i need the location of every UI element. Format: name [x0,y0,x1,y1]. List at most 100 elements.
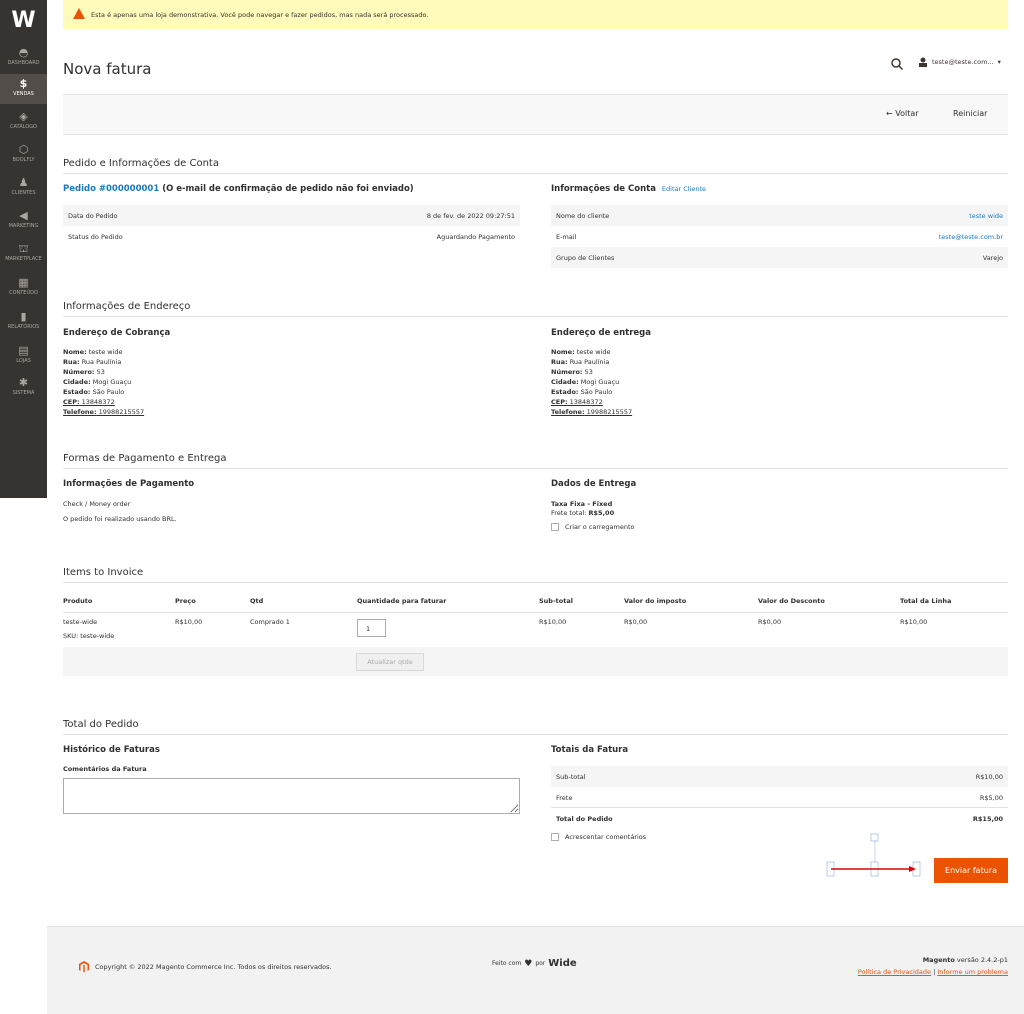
user-menu[interactable]: teste@teste.com... ▾ [918,57,1001,67]
product-sku: SKU: teste-wide [63,632,115,640]
add-comments-checkbox[interactable] [551,833,559,841]
gear-icon: ✱ [18,376,29,389]
billing-title: Endereço de Cobrança [63,328,171,338]
qty-to-invoice-input[interactable]: 1 [357,619,386,637]
invoice-totals-title: Totais da Fatura [551,745,629,755]
dollar-icon: $ [19,77,28,90]
warning-icon [73,8,85,19]
nav-clientes[interactable]: ♟ CLIENTES [0,174,47,201]
wide-brand-logo[interactable]: Wide [548,958,576,969]
made-with: Feito com ♥ por Wide [492,958,577,969]
bar-chart-icon: ▮ [20,310,27,323]
customer-name-link[interactable]: teste wide [969,212,1003,220]
billing-address: Nome: teste wide Rua: Rua Paulínia Númer… [63,348,145,416]
footer-right: Magento versão 2.4.2-p1 Política de Priv… [857,956,1008,976]
shipping-address: Nome: teste wide Rua: Rua Paulínia Númer… [551,348,633,416]
row-label: Grupo de Clientes [556,253,615,262]
account-heading: Informações de Conta Editar Cliente [551,184,706,194]
nav-label: LOJAS [16,358,31,364]
nav-boolfly[interactable]: ⬡ BOOLFLY [0,141,47,168]
customer-email-link[interactable]: teste@teste.com.br [939,233,1003,241]
page-actions: ← Voltar Reiniciar [63,94,1008,135]
divider [63,173,1008,174]
row-value: Varejo [982,253,1003,262]
row-value: R$5,00 [979,793,1003,802]
section-totals-title: Total do Pedido [63,719,139,730]
nav-conteudo[interactable]: ▦ CONTEÚDO [0,274,47,301]
order-link[interactable]: Pedido #000000001 [63,184,159,194]
store-icon: ▤ [18,344,29,357]
annotation-arrow-icon [826,833,921,877]
row-discount: R$0,00 [758,618,782,626]
user-email: teste@teste.com... [932,58,994,66]
wide-logo[interactable]: W [0,0,47,40]
storefront-icon: ⛫ [18,242,29,255]
divider [63,734,1008,735]
nav-marketplace[interactable]: ⛫ MARKETPLACE [0,240,47,267]
product-qty: Comprado 1 [250,618,290,626]
submit-invoice-button[interactable]: Enviar fatura [934,858,1008,883]
section-order-title: Pedido e Informações de Conta [63,158,219,169]
col-header: Total da Linha [900,597,952,605]
heart-icon: ♥ [524,958,533,969]
row-value: R$10,00 [975,772,1003,781]
nav-relatorios[interactable]: ▮ RELATÓRIOS [0,308,47,335]
nav-dashboard[interactable]: ◓ DASHBOARD [0,44,47,71]
customer-group-row: Grupo de Clientes Varejo [551,247,1008,268]
search-icon[interactable] [890,57,904,71]
back-button[interactable]: ← Voltar [886,109,919,118]
row-label: Nome do cliente [556,211,610,220]
row-label: Sub-total [556,772,586,781]
reset-button[interactable]: Reiniciar [953,109,987,118]
row-subtotal: R$10,00 [539,618,567,626]
divider [63,468,1008,469]
nav-label: SISTEMA [12,390,35,396]
col-header: Valor do Desconto [758,597,825,605]
privacy-policy-link[interactable]: Política de Privacidade [858,968,931,976]
row-label: Total do Pedido [556,814,613,823]
admin-sidebar: W ◓ DASHBOARD $ VENDAS ◈ CATÁLOGO ⬡ BOOL… [0,0,47,498]
product-price: R$10,00 [175,618,203,626]
col-header: Produto [63,597,93,605]
person-icon: ♟ [18,176,29,189]
nav-vendas[interactable]: $ VENDAS [0,74,47,104]
shipping-title: Endereço de entrega [551,328,651,338]
totals-subtotal-row: Sub-total R$10,00 [551,766,1008,787]
row-label: Data do Pedido [68,211,118,220]
product-name: teste-wide [63,618,98,626]
report-problem-link[interactable]: Informe um problema [937,968,1008,976]
update-qty-button[interactable]: Atualizar qtde [356,653,424,671]
nav-catalogo[interactable]: ◈ CATÁLOGO [0,108,47,135]
row-value: Aguardando Pagamento [436,232,515,241]
col-header: Qtd [250,597,264,605]
col-header: Quantidade para faturar [357,597,447,605]
user-icon [919,57,927,67]
row-label: Frete [556,793,573,802]
invoice-comments-textarea[interactable] [63,778,520,814]
section-payment-title: Formas de Pagamento e Entrega [63,453,227,464]
create-shipment-checkbox[interactable] [551,523,559,531]
speedometer-icon: ◓ [18,46,29,59]
footer: Copyright © 2022 Magento Commerce Inc. T… [47,926,1024,1014]
box-icon: ◈ [19,110,28,123]
nav-label: VENDAS [13,91,34,97]
edit-customer-link[interactable]: Editar Cliente [662,185,706,193]
nav-label: DASHBOARD [7,60,40,66]
nav-marketing[interactable]: ◀ MARKETING [0,207,47,234]
row-value: 8 de fev. de 2022 09:27:51 [426,211,515,220]
copyright: Copyright © 2022 Magento Commerce Inc. T… [79,961,332,973]
row-label: Status do Pedido [68,232,123,241]
nav-label: MARKETING [8,223,39,229]
nav-sistema[interactable]: ✱ SISTEMA [0,374,47,401]
page-title: Nova fatura [63,60,152,78]
payment-note: O pedido foi realizado usando BRL. [63,515,177,523]
row-label: E-mail [556,232,577,241]
order-note: (O e-mail de confirmação de pedido não f… [159,184,414,194]
magento-logo-icon [79,961,89,973]
notice-text: Esta é apenas uma loja demonstrativa. Vo… [91,10,429,19]
demo-notice: Esta é apenas uma loja demonstrativa. Vo… [63,0,1008,29]
divider [63,612,1008,613]
nav-label: CLIENTES [11,190,36,196]
customer-email-row: E-mail teste@teste.com.br [551,226,1008,247]
nav-lojas[interactable]: ▤ LOJAS [0,342,47,369]
